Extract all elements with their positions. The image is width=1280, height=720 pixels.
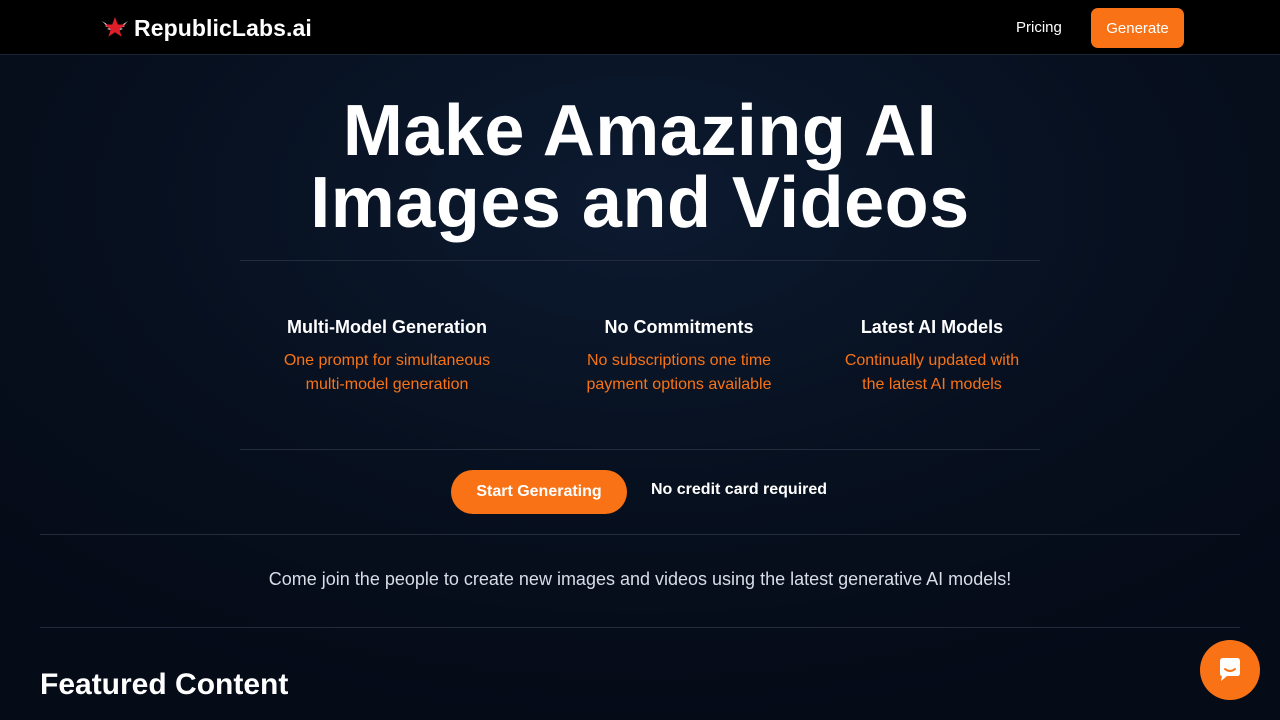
feature-description: Continually updated with the latest AI m… <box>792 349 1072 397</box>
feature-desc-line: One prompt for simultaneous <box>283 352 491 369</box>
featured-content-heading: Featured Content <box>40 668 289 701</box>
nav-pricing-link[interactable]: Pricing <box>1016 19 1062 36</box>
feature-title: Multi-Model Generation <box>287 317 487 337</box>
hero-title: Make Amazing AI Images and Videos <box>0 95 1280 239</box>
chat-launcher-button[interactable] <box>1200 640 1260 700</box>
feature-no-commitments: No Commitments No subscriptions one time… <box>539 316 819 397</box>
start-generating-button[interactable]: Start Generating <box>451 470 627 514</box>
cta-divider <box>40 534 1240 535</box>
hero-title-line1: Make Amazing AI <box>342 91 938 171</box>
logo-link[interactable]: RepublicLabs.ai <box>100 13 312 43</box>
red-star-wings-icon <box>102 17 128 37</box>
join-divider <box>40 627 1240 628</box>
feature-title: Latest AI Models <box>860 317 1004 337</box>
top-navbar: RepublicLabs.ai Pricing Generate <box>0 0 1280 55</box>
feature-desc-line: No subscriptions one time <box>586 352 772 369</box>
nav-generate-button[interactable]: Generate <box>1091 8 1184 48</box>
feature-description: No subscriptions one time payment option… <box>539 349 819 397</box>
feature-description: One prompt for simultaneous multi-model … <box>247 349 527 397</box>
features-divider <box>240 449 1040 450</box>
hero-title-line2: Images and Videos <box>310 163 970 243</box>
feature-latest-models: Latest AI Models Continually updated wit… <box>792 316 1072 397</box>
logo-text: RepublicLabs.ai <box>134 14 312 41</box>
no-credit-card-note: No credit card required <box>651 481 828 498</box>
feature-desc-line: payment options available <box>586 376 772 393</box>
chat-bubble-icon <box>1220 658 1240 681</box>
feature-title: No Commitments <box>604 317 754 337</box>
feature-multi-model: Multi-Model Generation One prompt for si… <box>247 316 527 397</box>
join-text: Come join the people to create new image… <box>268 569 1012 589</box>
hero-divider <box>240 260 1040 261</box>
feature-desc-line: multi-model generation <box>305 376 469 393</box>
feature-desc-line: Continually updated with <box>844 352 1020 369</box>
feature-desc-line: the latest AI models <box>862 376 1002 393</box>
